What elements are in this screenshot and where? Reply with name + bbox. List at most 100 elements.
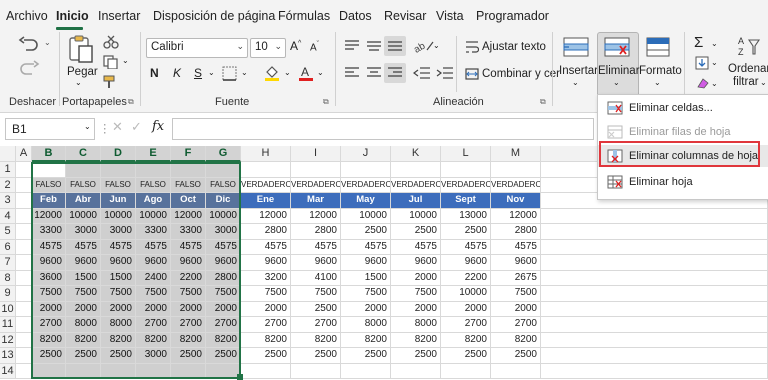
boolean-cell[interactable]: VERDADERO: [391, 177, 441, 193]
data-cell[interactable]: 2700: [291, 317, 341, 333]
autosum-icon[interactable]: Σ: [694, 34, 703, 51]
data-cell[interactable]: 12000: [32, 208, 66, 224]
data-cell[interactable]: 4575: [101, 239, 136, 255]
month-header-cell[interactable]: Mar: [291, 193, 341, 209]
cell[interactable]: [66, 162, 101, 178]
data-cell[interactable]: 2000: [101, 301, 136, 317]
data-cell[interactable]: 7500: [391, 286, 441, 302]
data-cell[interactable]: 3000: [206, 224, 241, 240]
row-header[interactable]: 12: [0, 332, 16, 348]
tab-archivo[interactable]: Archivo: [6, 9, 48, 23]
row-header[interactable]: 9: [0, 286, 16, 302]
data-cell[interactable]: 2500: [441, 224, 491, 240]
cell-a[interactable]: [16, 255, 32, 271]
insert-dropdown-icon[interactable]: ⌄: [572, 78, 579, 87]
column-header-b[interactable]: B: [32, 146, 66, 162]
borders-icon[interactable]: [222, 66, 238, 82]
cell-a[interactable]: [16, 239, 32, 255]
data-cell[interactable]: 9600: [491, 255, 541, 271]
select-all-corner[interactable]: [0, 146, 16, 162]
data-cell[interactable]: 2000: [206, 301, 241, 317]
menu-item-delete-cells[interactable]: Eliminar celdas...: [598, 97, 768, 119]
data-cell[interactable]: 2000: [441, 301, 491, 317]
data-cell[interactable]: 1500: [341, 270, 391, 286]
data-cell[interactable]: 4575: [441, 239, 491, 255]
insert-function-button[interactable]: fx: [152, 119, 164, 134]
column-header-h[interactable]: H: [241, 146, 291, 162]
cell[interactable]: [491, 363, 541, 379]
redo-icon[interactable]: [18, 60, 40, 76]
cell[interactable]: [136, 162, 171, 178]
month-header-cell[interactable]: Jul: [391, 193, 441, 209]
boolean-cell[interactable]: FALSO: [206, 177, 241, 193]
data-cell[interactable]: 7500: [171, 286, 206, 302]
data-cell[interactable]: 2800: [291, 224, 341, 240]
cell-a[interactable]: [16, 162, 32, 178]
data-cell[interactable]: 8200: [241, 332, 291, 348]
underline-button[interactable]: S: [194, 66, 202, 80]
tab-datos[interactable]: Datos: [339, 9, 372, 23]
data-cell[interactable]: 13000: [441, 208, 491, 224]
column-header-e[interactable]: E: [136, 146, 171, 162]
data-cell[interactable]: 8200: [291, 332, 341, 348]
month-header-cell[interactable]: Sept: [441, 193, 491, 209]
cell[interactable]: [32, 162, 66, 178]
data-cell[interactable]: 2500: [171, 348, 206, 364]
row-header[interactable]: 6: [0, 239, 16, 255]
month-header-cell[interactable]: May: [341, 193, 391, 209]
data-cell[interactable]: 2500: [32, 348, 66, 364]
data-cell[interactable]: 2700: [136, 317, 171, 333]
data-cell[interactable]: 2500: [291, 348, 341, 364]
cell-a[interactable]: [16, 301, 32, 317]
data-cell[interactable]: 4575: [241, 239, 291, 255]
cell[interactable]: [441, 363, 491, 379]
data-cell[interactable]: 9600: [291, 255, 341, 271]
data-cell[interactable]: 2500: [441, 348, 491, 364]
fill-color-icon[interactable]: [263, 64, 281, 82]
decrease-font-icon[interactable]: Aˇ: [310, 41, 319, 53]
underline-dropdown-icon[interactable]: ⌄: [208, 68, 215, 77]
font-size-select[interactable]: 10 ⌄: [250, 38, 286, 58]
data-cell[interactable]: 9600: [32, 255, 66, 271]
insert-cells-icon[interactable]: [563, 36, 589, 60]
fill-color-dropdown-icon[interactable]: ⌄: [284, 68, 291, 77]
row-header[interactable]: 1: [0, 162, 16, 178]
cell[interactable]: [101, 363, 136, 379]
data-cell[interactable]: 9600: [171, 255, 206, 271]
cell[interactable]: [391, 162, 441, 178]
tab-revisar[interactable]: Revisar: [384, 9, 426, 23]
data-cell[interactable]: 2500: [291, 301, 341, 317]
cell[interactable]: [241, 162, 291, 178]
cell[interactable]: [341, 162, 391, 178]
cell-a[interactable]: [16, 348, 32, 364]
row-header[interactable]: 5: [0, 224, 16, 240]
clear-icon[interactable]: [695, 77, 709, 89]
increase-indent-icon[interactable]: [436, 67, 454, 79]
column-header-f[interactable]: F: [171, 146, 206, 162]
fill-icon[interactable]: [695, 56, 709, 70]
boolean-cell[interactable]: FALSO: [136, 177, 171, 193]
boolean-cell[interactable]: FALSO: [171, 177, 206, 193]
data-cell[interactable]: 2000: [391, 301, 441, 317]
data-cell[interactable]: 2800: [491, 224, 541, 240]
month-header-cell[interactable]: Feb: [32, 193, 66, 209]
tab-formulas[interactable]: Fórmulas: [278, 9, 330, 23]
data-cell[interactable]: 10000: [206, 208, 241, 224]
data-cell[interactable]: 7500: [66, 286, 101, 302]
data-cell[interactable]: 9600: [101, 255, 136, 271]
data-cell[interactable]: 2700: [206, 317, 241, 333]
name-box-dropdown-icon[interactable]: ⌄: [84, 122, 91, 131]
italic-button[interactable]: K: [173, 66, 181, 80]
data-cell[interactable]: 8200: [136, 332, 171, 348]
data-cell[interactable]: 7500: [341, 286, 391, 302]
data-cell[interactable]: 8200: [101, 332, 136, 348]
cell[interactable]: [291, 363, 341, 379]
data-cell[interactable]: 7500: [32, 286, 66, 302]
data-cell[interactable]: 12000: [491, 208, 541, 224]
column-header-g[interactable]: G: [206, 146, 241, 162]
data-cell[interactable]: 9600: [391, 255, 441, 271]
data-cell[interactable]: 7500: [291, 286, 341, 302]
tab-insertar[interactable]: Insertar: [98, 9, 140, 23]
boolean-cell[interactable]: VERDADERO: [441, 177, 491, 193]
data-cell[interactable]: 9600: [241, 255, 291, 271]
